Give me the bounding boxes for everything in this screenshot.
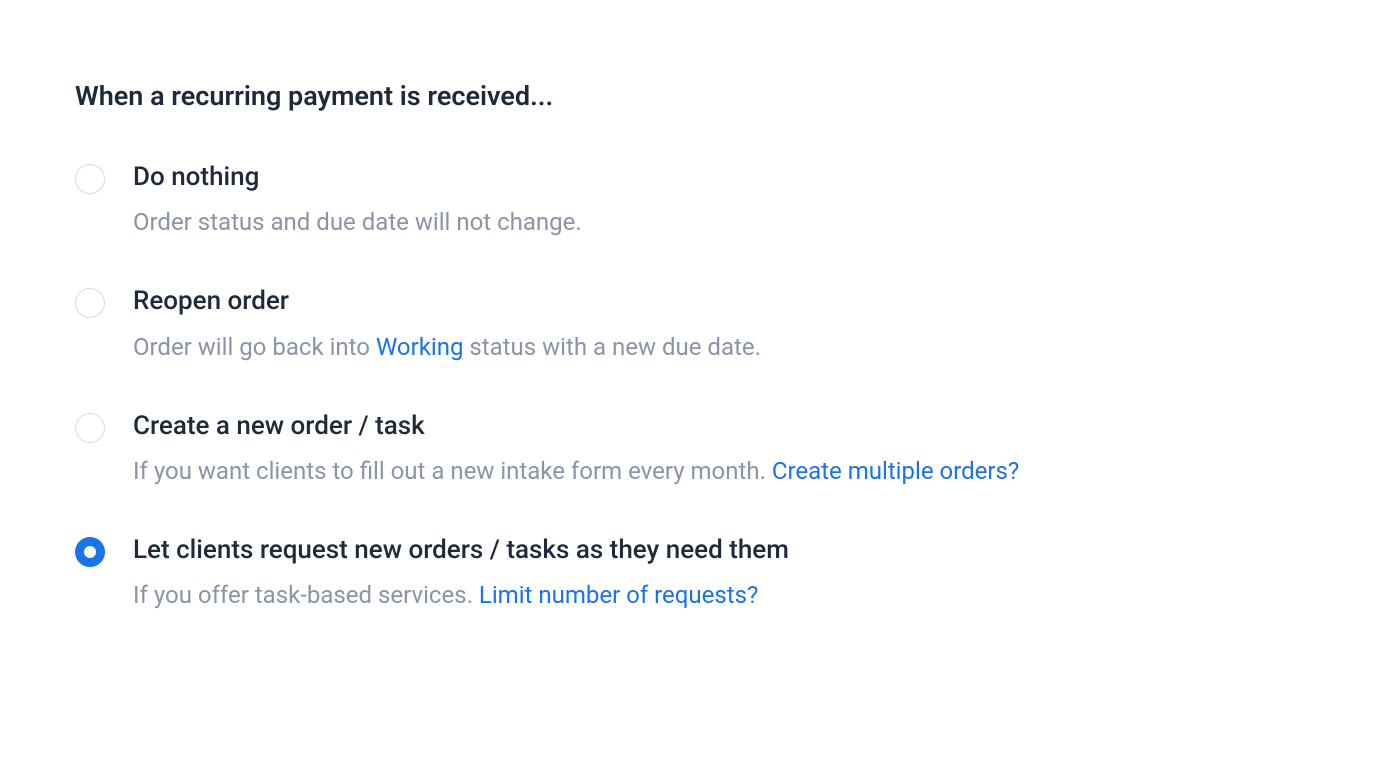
radio-icon[interactable] [75, 537, 105, 567]
option-title: Do nothing [133, 162, 582, 193]
option-create-new-order[interactable]: Create a new order / task If you want cl… [75, 411, 1301, 487]
option-content: Do nothing Order status and due date wil… [133, 162, 582, 238]
inline-link[interactable]: Working [376, 333, 463, 361]
option-client-request-orders[interactable]: Let clients request new orders / tasks a… [75, 535, 1301, 611]
option-do-nothing[interactable]: Do nothing Order status and due date wil… [75, 162, 1301, 238]
option-title: Create a new order / task [133, 411, 1019, 442]
radio-icon[interactable] [75, 413, 105, 443]
desc-text: Order status and due date will not chang… [133, 208, 582, 236]
option-description: Order will go back into Working status w… [133, 332, 761, 363]
option-reopen-order[interactable]: Reopen order Order will go back into Wor… [75, 286, 1301, 362]
desc-text: If you offer task-based services. [133, 581, 479, 609]
option-description: If you want clients to fill out a new in… [133, 456, 1019, 487]
option-description: Order status and due date will not chang… [133, 207, 582, 238]
trailing-link[interactable]: Create multiple orders? [772, 457, 1019, 485]
option-title: Let clients request new orders / tasks a… [133, 535, 789, 566]
desc-text: If you want clients to fill out a new in… [133, 457, 772, 485]
option-title: Reopen order [133, 286, 761, 317]
option-content: Reopen order Order will go back into Wor… [133, 286, 761, 362]
radio-icon[interactable] [75, 288, 105, 318]
radio-option-group: Do nothing Order status and due date wil… [75, 162, 1301, 612]
option-content: Let clients request new orders / tasks a… [133, 535, 789, 611]
section-heading: When a recurring payment is received... [75, 80, 1301, 112]
trailing-link[interactable]: Limit number of requests? [479, 581, 758, 609]
radio-icon[interactable] [75, 164, 105, 194]
desc-text: Order will go back into [133, 333, 376, 361]
option-content: Create a new order / task If you want cl… [133, 411, 1019, 487]
option-description: If you offer task-based services. Limit … [133, 580, 789, 611]
desc-text: status with a new due date. [463, 333, 760, 361]
